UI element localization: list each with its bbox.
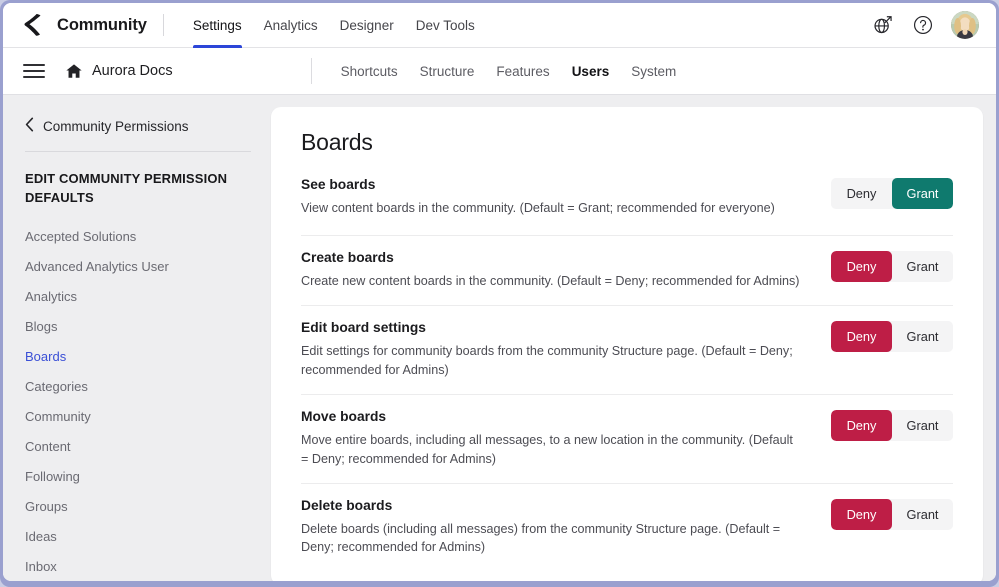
- sidebar-item-content[interactable]: Content: [25, 432, 251, 462]
- back-to-community-permissions[interactable]: Community Permissions: [25, 117, 251, 151]
- permission-toggle-group: Deny Grant: [831, 321, 953, 353]
- permission-description: View content boards in the community. (D…: [301, 201, 775, 215]
- permission-text: Move boards Move entire boards, includin…: [301, 409, 831, 468]
- permission-toggle-group: Deny Grant: [831, 251, 953, 282]
- permission-text: Create boards Create new content boards …: [301, 250, 831, 290]
- grant-button[interactable]: Grant: [892, 178, 953, 209]
- sidebar-item-community[interactable]: Community: [25, 402, 251, 432]
- permission-description: Edit settings for community boards from …: [301, 344, 793, 377]
- permission-row: Move boards Move entire boards, includin…: [301, 394, 953, 483]
- sidebar-item-inbox[interactable]: Inbox: [25, 552, 251, 581]
- permission-toggle-group: Deny Grant: [831, 410, 953, 442]
- permission-row: Edit board settings Edit settings for co…: [301, 305, 953, 394]
- permission-name: See boards: [301, 177, 376, 192]
- tab-dev-tools[interactable]: Dev Tools: [405, 3, 486, 48]
- subnav-item-system[interactable]: System: [620, 64, 687, 79]
- permission-toggle-group: Deny Grant: [831, 178, 953, 209]
- deny-button[interactable]: Deny: [831, 410, 892, 442]
- browser-viewport: Community Settings Analytics Designer De…: [3, 3, 996, 581]
- permission-row: Create boards Create new content boards …: [301, 235, 953, 305]
- subnav-item-features[interactable]: Features: [485, 64, 560, 79]
- globe-external-link-icon[interactable]: [871, 13, 895, 37]
- sidebar-item-advanced-analytics-user[interactable]: Advanced Analytics User: [25, 252, 251, 282]
- grant-button[interactable]: Grant: [892, 410, 953, 442]
- sidebar-item-blogs[interactable]: Blogs: [25, 312, 251, 342]
- chevron-left-icon: [25, 117, 34, 135]
- sidebar-item-groups[interactable]: Groups: [25, 492, 251, 522]
- permission-row: See boards View content boards in the co…: [301, 175, 953, 235]
- subnav-item-shortcuts[interactable]: Shortcuts: [330, 64, 409, 79]
- home-icon[interactable]: [65, 62, 83, 80]
- permission-description: Delete boards (including all messages) f…: [301, 521, 781, 555]
- site-name[interactable]: Aurora Docs: [92, 63, 173, 79]
- deny-button[interactable]: Deny: [831, 321, 892, 353]
- page-title: Boards: [301, 129, 373, 155]
- browser-window: Community Settings Analytics Designer De…: [0, 0, 999, 587]
- secondary-navigation-bar: Aurora Docs Shortcuts Structure Features…: [3, 48, 996, 95]
- permission-description: Move entire boards, including all messag…: [301, 433, 793, 466]
- main-content: Boards See boards View content boards in…: [271, 95, 996, 581]
- hamburger-menu-icon[interactable]: [23, 60, 45, 82]
- subnav-item-users[interactable]: Users: [561, 64, 621, 79]
- sidebar-section-title: EDIT COMMUNITY PERMISSION DEFAULTS: [25, 171, 228, 205]
- grant-button[interactable]: Grant: [892, 251, 953, 282]
- subbar-divider: [310, 58, 312, 84]
- khoros-chevron-logo-icon[interactable]: [21, 12, 47, 38]
- subnav-item-structure[interactable]: Structure: [409, 64, 486, 79]
- permission-text: See boards View content boards in the co…: [301, 177, 831, 217]
- brand-title: Community: [57, 15, 147, 34]
- tab-analytics[interactable]: Analytics: [253, 3, 329, 48]
- permission-toggle-group: Deny Grant: [831, 498, 953, 530]
- deny-button[interactable]: Deny: [831, 498, 892, 530]
- sidebar: Community Permissions EDIT COMMUNITY PER…: [3, 95, 271, 581]
- sidebar-item-accepted-solutions[interactable]: Accepted Solutions: [25, 222, 251, 252]
- user-avatar[interactable]: [951, 11, 979, 39]
- sidebar-item-ideas[interactable]: Ideas: [25, 522, 251, 552]
- brand-divider: [162, 14, 164, 36]
- tab-designer[interactable]: Designer: [329, 3, 405, 48]
- secondary-nav: Shortcuts Structure Features Users Syste…: [330, 64, 688, 79]
- permission-description: Create new content boards in the communi…: [301, 274, 800, 288]
- permission-text: Edit board settings Edit settings for co…: [301, 320, 831, 379]
- permission-name: Move boards: [301, 409, 387, 425]
- help-circle-icon[interactable]: [911, 13, 935, 37]
- sidebar-item-following[interactable]: Following: [25, 462, 251, 492]
- sidebar-item-list: Accepted Solutions Advanced Analytics Us…: [25, 222, 251, 581]
- deny-button[interactable]: Deny: [831, 178, 892, 209]
- sidebar-item-categories[interactable]: Categories: [25, 372, 251, 402]
- primary-nav: Settings Analytics Designer Dev Tools: [182, 3, 486, 48]
- permission-row: Delete boards Delete boards (including a…: [301, 482, 953, 572]
- sidebar-item-boards[interactable]: Boards: [25, 342, 251, 372]
- grant-button[interactable]: Grant: [892, 498, 953, 530]
- back-link-label: Community Permissions: [43, 118, 189, 134]
- tab-settings[interactable]: Settings: [182, 3, 253, 48]
- page-body: Community Permissions EDIT COMMUNITY PER…: [3, 95, 996, 581]
- permission-name: Edit board settings: [301, 320, 426, 336]
- sidebar-item-analytics[interactable]: Analytics: [25, 282, 251, 312]
- permission-text: Delete boards Delete boards (including a…: [301, 498, 831, 557]
- permission-name: Create boards: [301, 250, 394, 265]
- top-navigation-bar: Community Settings Analytics Designer De…: [3, 3, 996, 48]
- grant-button[interactable]: Grant: [892, 321, 953, 353]
- deny-button[interactable]: Deny: [831, 251, 892, 282]
- boards-permissions-card: Boards See boards View content boards in…: [271, 107, 983, 581]
- permission-name: Delete boards: [301, 497, 393, 513]
- top-bar-actions: [871, 11, 996, 39]
- sidebar-divider: [25, 151, 251, 152]
